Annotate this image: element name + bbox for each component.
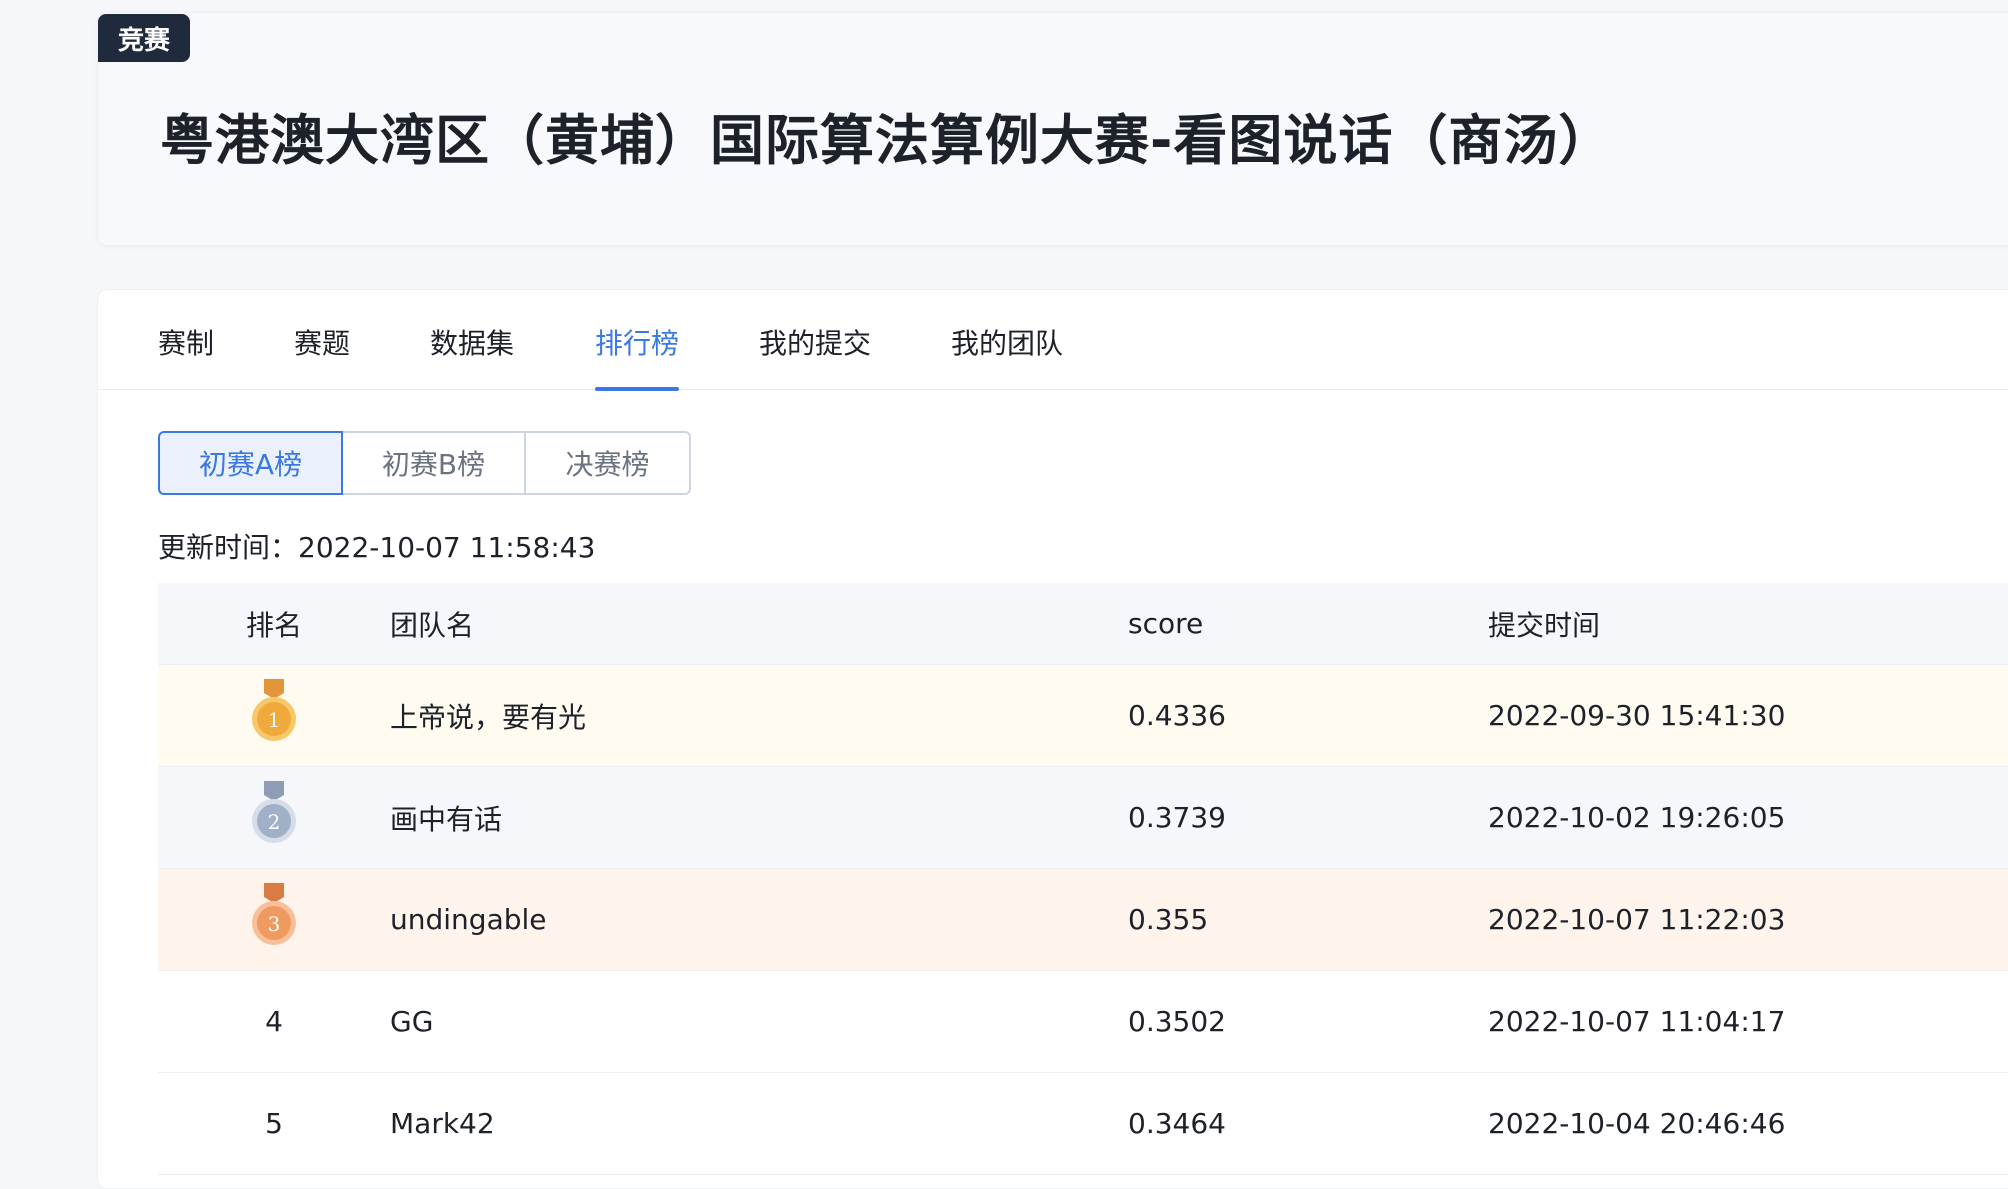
team-name: GG: [390, 1005, 434, 1038]
board-prelim-b-button[interactable]: 初赛B榜: [341, 431, 526, 495]
submit-time: 2022-10-02 19:26:05: [1488, 801, 1786, 834]
submit-time: 2022-10-04 20:46:46: [1488, 1107, 1786, 1140]
table-row: 5 Mark42 0.3464 2022-10-04 20:46:46: [158, 1073, 2008, 1175]
team-name: 画中有话: [390, 802, 503, 836]
svg-text:1: 1: [268, 708, 281, 732]
team-name: undingable: [390, 903, 547, 936]
score: 0.3739: [1128, 801, 1226, 834]
score: 0.3502: [1128, 1005, 1226, 1038]
tab-leaderboard[interactable]: 排行榜: [595, 322, 680, 391]
svg-text:2: 2: [268, 810, 281, 834]
team-name: Mark42: [390, 1107, 495, 1140]
main-panel: 赛制 赛题 数据集 排行榜 我的提交 我的团队 初赛A榜 初赛B榜 决赛榜 更新…: [97, 289, 2008, 1189]
rank-cell: 3: [158, 881, 390, 958]
gold-medal-icon: 1: [252, 679, 296, 741]
bronze-medal-icon: 3: [252, 883, 296, 945]
table-row: 1 上帝说，要有光 0.4336 2022-09-30 15:41:30: [158, 665, 2008, 767]
leaderboard-table: 排名 团队名 score 提交时间 1 上帝说，要有光 0.4336 2022-…: [158, 583, 2008, 1175]
board-final-button[interactable]: 决赛榜: [524, 431, 691, 495]
update-time-label: 更新时间：: [158, 531, 299, 564]
table-row: 3 undingable 0.355 2022-10-07 11:22:03: [158, 869, 2008, 971]
submit-time: 2022-10-07 11:22:03: [1488, 903, 1786, 936]
tab-rules[interactable]: 赛制: [158, 322, 214, 390]
table-row: 4 GG 0.3502 2022-10-07 11:04:17: [158, 971, 2008, 1073]
tab-bar: 赛制 赛题 数据集 排行榜 我的提交 我的团队: [98, 290, 2008, 391]
col-score-header: score: [1128, 607, 1204, 640]
page-title: 粤港澳大湾区（黄埔）国际算法算例大赛-看图说话（商汤）: [160, 109, 1614, 172]
update-time: 更新时间：2022-10-07 11:58:43: [158, 526, 595, 566]
update-time-value: 2022-10-07 11:58:43: [298, 531, 596, 564]
board-prelim-a-button[interactable]: 初赛A榜: [158, 431, 343, 495]
tab-my-team[interactable]: 我的团队: [951, 322, 1063, 390]
score: 0.3464: [1128, 1107, 1226, 1140]
tab-problem[interactable]: 赛题: [294, 322, 350, 390]
competition-badge: 竞赛: [98, 14, 190, 62]
leaderboard-switch: 初赛A榜 初赛B榜 决赛榜: [158, 431, 691, 495]
silver-medal-icon: 2: [252, 781, 296, 843]
col-rank-header: 排名: [245, 608, 302, 642]
table-header: 排名 团队名 score 提交时间: [158, 583, 2008, 665]
tab-dataset[interactable]: 数据集: [430, 322, 514, 390]
rank-cell: 1: [158, 677, 390, 754]
table-row: 2 画中有话 0.3739 2022-10-02 19:26:05: [158, 767, 2008, 869]
svg-text:3: 3: [268, 912, 281, 936]
rank-number: 4: [265, 1005, 283, 1038]
score: 0.355: [1128, 903, 1209, 936]
score: 0.4336: [1128, 699, 1226, 732]
team-name: 上帝说，要有光: [390, 700, 587, 734]
submit-time: 2022-10-07 11:04:17: [1488, 1005, 1786, 1038]
submit-time: 2022-09-30 15:41:30: [1488, 699, 1786, 732]
tab-my-submissions[interactable]: 我的提交: [759, 322, 871, 390]
rank-cell: 2: [158, 779, 390, 856]
col-team-header: 团队名: [390, 608, 475, 642]
col-time-header: 提交时间: [1488, 608, 1601, 642]
rank-number: 5: [265, 1107, 283, 1140]
